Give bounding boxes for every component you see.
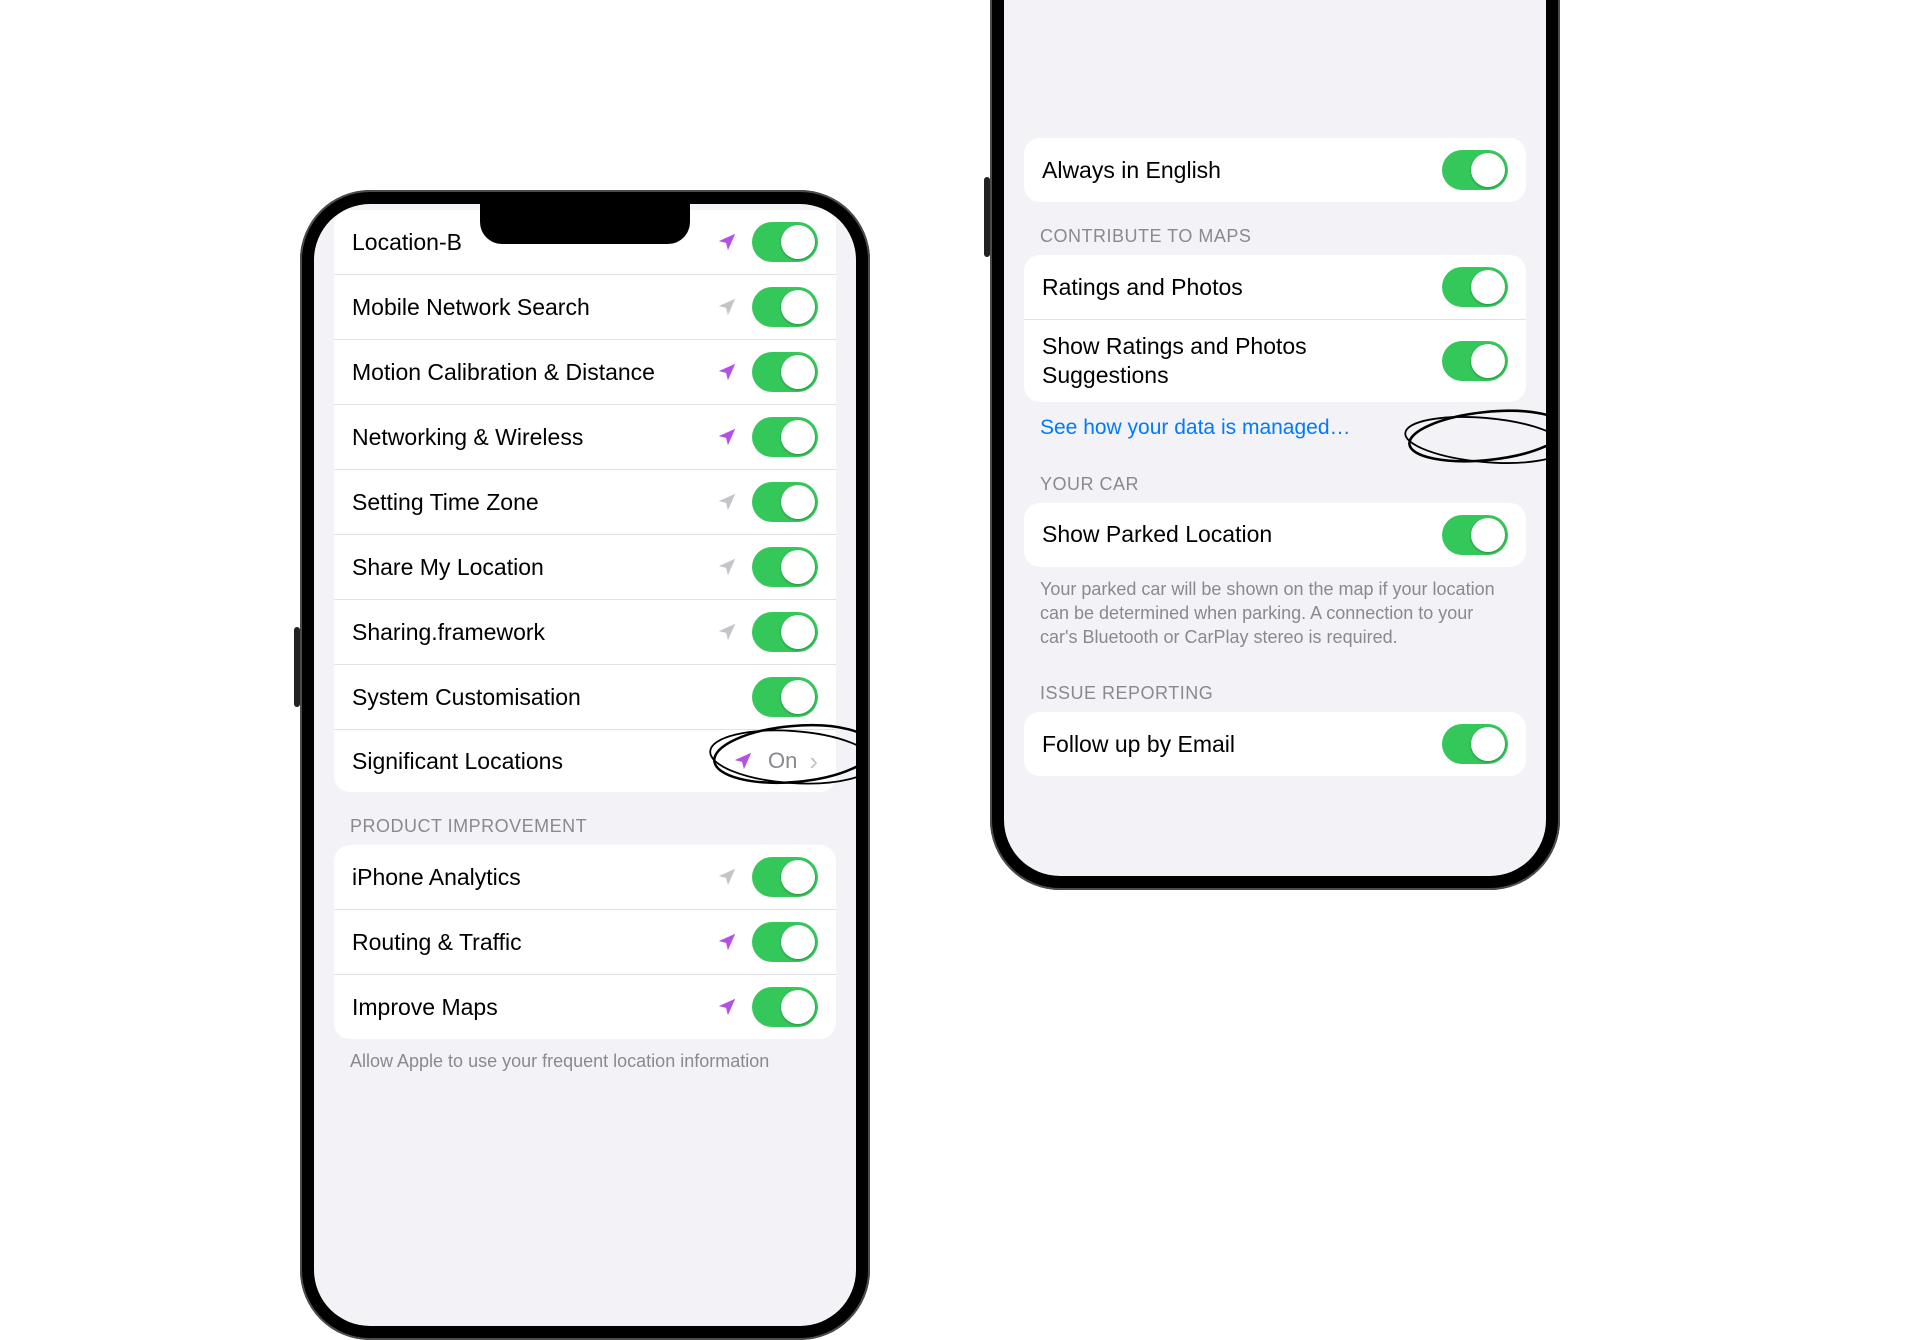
row-label: Ratings and Photos: [1042, 273, 1432, 302]
toggle-switch[interactable]: [1442, 724, 1508, 764]
row-label: Always in English: [1042, 156, 1432, 185]
group-header-your-car: YOUR CAR: [1004, 450, 1546, 503]
toggle-switch[interactable]: [752, 287, 818, 327]
phone-left-screen: Location-B Mobile Network Search Motion …: [314, 204, 856, 1326]
location-arrow-icon: [732, 750, 754, 772]
row-show-parked-location[interactable]: Show Parked Location: [1024, 503, 1526, 567]
toggle-switch[interactable]: [1442, 515, 1508, 555]
location-arrow-icon: [716, 231, 738, 253]
row-follow-up-by-email[interactable]: Follow up by Email: [1024, 712, 1526, 776]
row-motion-calibration-distance[interactable]: Motion Calibration & Distance: [334, 340, 836, 405]
row-improve-maps[interactable]: Improve Maps: [334, 975, 836, 1039]
row-always-in-english[interactable]: Always in English: [1024, 138, 1526, 202]
row-setting-time-zone[interactable]: Setting Time Zone: [334, 470, 836, 535]
settings-group-your-car: Show Parked Location: [1024, 503, 1526, 567]
toggle-switch[interactable]: [752, 482, 818, 522]
settings-group-product-improvement: iPhone Analytics Routing & Traffic Impro…: [334, 845, 836, 1039]
row-label: Sharing.framework: [352, 618, 706, 647]
toggle-switch[interactable]: [752, 352, 818, 392]
group-header-product-improvement: PRODUCT IMPROVEMENT: [314, 792, 856, 845]
phone-right-screen: Always in English CONTRIBUTE TO MAPS Rat…: [1004, 0, 1546, 876]
group-footer-product-improvement: Allow Apple to use your frequent locatio…: [314, 1039, 856, 1083]
settings-group-labels: Always in English: [1024, 138, 1526, 202]
row-label: System Customisation: [352, 683, 742, 712]
location-arrow-icon: [716, 996, 738, 1018]
location-arrow-icon: [716, 866, 738, 888]
toggle-switch[interactable]: [1442, 267, 1508, 307]
row-label: Significant Locations: [352, 747, 722, 776]
phone-left: Location-B Mobile Network Search Motion …: [300, 190, 870, 1340]
row-system-customisation[interactable]: System Customisation: [334, 665, 836, 730]
row-share-my-location[interactable]: Share My Location: [334, 535, 836, 600]
data-managed-link[interactable]: See how your data is managed…: [1004, 402, 1546, 450]
row-label: Mobile Network Search: [352, 293, 706, 322]
location-arrow-icon: [716, 556, 738, 578]
row-label: Improve Maps: [352, 993, 706, 1022]
location-arrow-icon: [716, 931, 738, 953]
row-sharing-framework[interactable]: Sharing.framework: [334, 600, 836, 665]
row-significant-locations[interactable]: Significant Locations On ›: [334, 730, 836, 792]
row-iphone-analytics[interactable]: iPhone Analytics: [334, 845, 836, 910]
row-ratings-and-photos[interactable]: Ratings and Photos: [1024, 255, 1526, 320]
row-show-ratings-and-photos-suggestions[interactable]: Show Ratings and Photos Suggestions: [1024, 320, 1526, 402]
row-label: Networking & Wireless: [352, 423, 706, 452]
location-arrow-icon: [716, 296, 738, 318]
row-label: Show Parked Location: [1042, 520, 1432, 549]
location-arrow-icon: [716, 361, 738, 383]
row-value: On: [768, 748, 797, 774]
toggle-switch[interactable]: [752, 547, 818, 587]
toggle-switch[interactable]: [1442, 341, 1508, 381]
location-arrow-icon: [716, 491, 738, 513]
phone-right: Always in English CONTRIBUTE TO MAPS Rat…: [990, 0, 1560, 890]
row-label: Motion Calibration & Distance: [352, 358, 706, 387]
settings-group-issue-reporting: Follow up by Email: [1024, 712, 1526, 776]
toggle-switch[interactable]: [752, 857, 818, 897]
row-label: iPhone Analytics: [352, 863, 706, 892]
toggle-switch[interactable]: [752, 222, 818, 262]
notch: [480, 204, 690, 244]
row-label: Share My Location: [352, 553, 706, 582]
row-label: Setting Time Zone: [352, 488, 706, 517]
location-arrow-icon: [716, 621, 738, 643]
chevron-right-icon: ›: [809, 746, 818, 777]
row-mobile-network-search[interactable]: Mobile Network Search: [334, 275, 836, 340]
row-label: Show Ratings and Photos Suggestions: [1042, 332, 1432, 390]
toggle-switch[interactable]: [752, 922, 818, 962]
toggle-switch[interactable]: [1442, 150, 1508, 190]
toggle-switch[interactable]: [752, 987, 818, 1027]
settings-group-contribute: Ratings and Photos Show Ratings and Photo…: [1024, 255, 1526, 402]
toggle-switch[interactable]: [752, 677, 818, 717]
group-header-contribute: CONTRIBUTE TO MAPS: [1004, 202, 1546, 255]
row-label: Routing & Traffic: [352, 928, 706, 957]
settings-group-system-services: Location-B Mobile Network Search Motion …: [334, 210, 836, 792]
row-routing-traffic[interactable]: Routing & Traffic: [334, 910, 836, 975]
row-networking-wireless[interactable]: Networking & Wireless: [334, 405, 836, 470]
group-footer-your-car: Your parked car will be shown on the map…: [1004, 567, 1546, 660]
toggle-switch[interactable]: [752, 612, 818, 652]
location-arrow-icon: [716, 426, 738, 448]
toggle-switch[interactable]: [752, 417, 818, 457]
row-label: Follow up by Email: [1042, 730, 1432, 759]
group-header-issue-reporting: ISSUE REPORTING: [1004, 659, 1546, 712]
